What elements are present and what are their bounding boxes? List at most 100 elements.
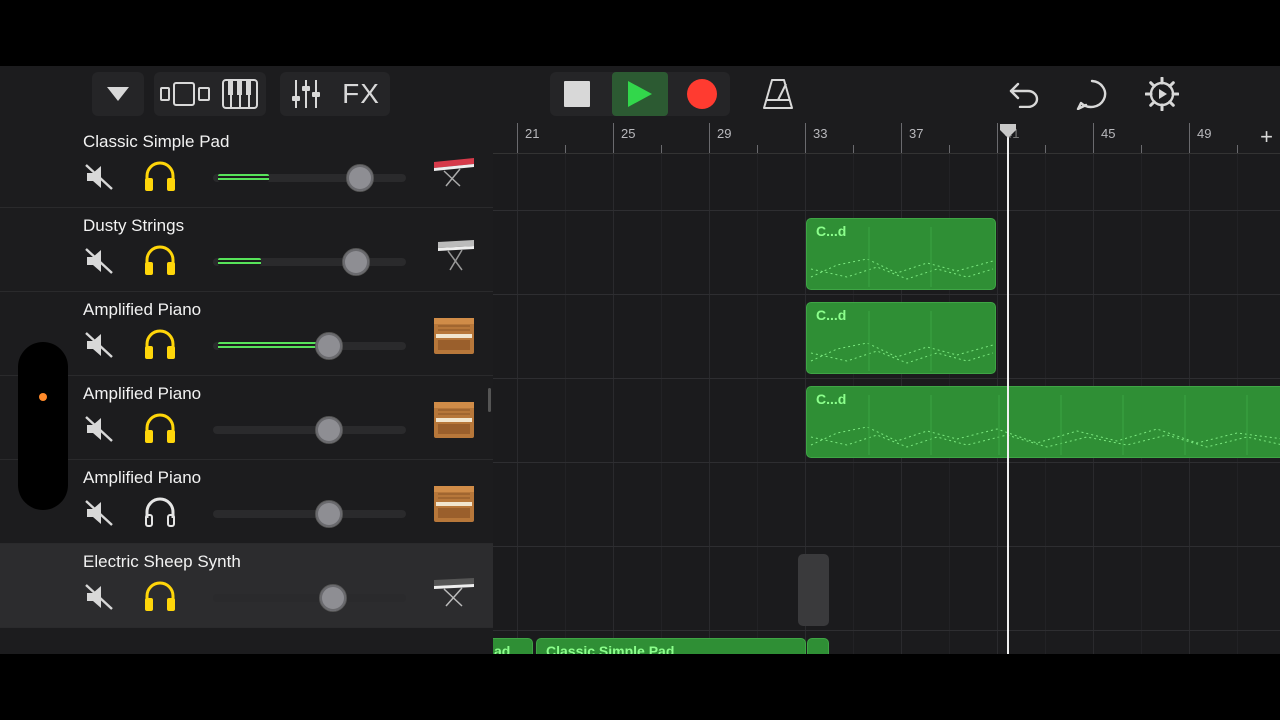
volume-knob[interactable]	[315, 332, 343, 360]
volume-knob[interactable]	[315, 416, 343, 444]
settings-button[interactable]	[1140, 72, 1184, 116]
midi-region[interactable]: ad	[493, 638, 533, 654]
midi-notes	[810, 311, 994, 371]
keyboard-button[interactable]	[218, 72, 262, 116]
midi-region[interactable]: C...d	[806, 302, 996, 374]
ruler-tick	[757, 145, 758, 153]
midi-notes	[808, 639, 829, 654]
track-name[interactable]: Electric Sheep Synth	[83, 552, 241, 572]
fx-button[interactable]: FX	[336, 72, 386, 116]
mixer-button[interactable]	[284, 72, 328, 116]
play-button[interactable]	[612, 72, 668, 116]
volume-knob[interactable]	[319, 584, 347, 612]
midi-region[interactable]: C...d	[806, 218, 996, 290]
track-name[interactable]: Amplified Piano	[83, 300, 201, 320]
ruler-label: 25	[621, 126, 636, 141]
track-header[interactable]: Amplified Piano	[0, 376, 493, 460]
ruler-tick	[613, 123, 614, 153]
piano-keys-icon	[222, 79, 258, 109]
empty-region[interactable]	[798, 554, 829, 626]
stop-button[interactable]	[556, 74, 598, 114]
ruler-label: 49	[1197, 126, 1212, 141]
playhead[interactable]	[1007, 126, 1009, 654]
mute-icon[interactable]	[84, 330, 114, 360]
track-header[interactable]: Amplified Piano	[0, 292, 493, 376]
tracks-view-button[interactable]	[158, 72, 212, 116]
play-icon	[628, 81, 652, 107]
ruler-label: 45	[1101, 126, 1116, 141]
volume-meter	[218, 174, 269, 182]
volume-slider-track[interactable]	[213, 510, 406, 518]
ruler-tick	[949, 145, 950, 153]
headphones-icon[interactable]	[143, 244, 177, 276]
headphones-icon[interactable]	[143, 580, 177, 612]
midi-region[interactable]: Classic Simple Pad	[536, 638, 806, 654]
midi-notes	[810, 395, 1280, 455]
lane-divider	[493, 630, 1280, 631]
ruler-tick	[1189, 123, 1190, 153]
headphones-icon[interactable]	[143, 160, 177, 192]
bar-ruler[interactable]: 21 25 29 33 37 41 45 49 +	[493, 123, 1280, 154]
track-menu-dropdown-button[interactable]	[92, 72, 144, 116]
volume-slider-track[interactable]	[213, 426, 406, 434]
ruler-label: 33	[813, 126, 828, 141]
record-button[interactable]	[680, 72, 724, 116]
track-name[interactable]: Classic Simple Pad	[83, 132, 229, 152]
timeline[interactable]: C...d C...d C...d ad Classic Simple Pad	[493, 154, 1280, 654]
track-header[interactable]: Dusty Strings	[0, 208, 493, 292]
volume-slider-track[interactable]	[213, 594, 406, 602]
upright-piano-icon[interactable]	[430, 396, 478, 444]
lane-divider	[493, 294, 1280, 295]
synth-keyboard-red-icon[interactable]	[430, 144, 478, 192]
upright-piano-icon[interactable]	[430, 480, 478, 528]
track-header[interactable]: Amplified Piano	[0, 460, 493, 544]
volume-meter	[218, 258, 261, 266]
volume-knob[interactable]	[342, 248, 370, 276]
keyboard-stand-icon[interactable]	[430, 564, 478, 612]
keyboard-stand-icon[interactable]	[430, 228, 478, 276]
mute-icon[interactable]	[84, 414, 114, 444]
headphones-icon[interactable]	[143, 412, 177, 444]
loop-browser-button[interactable]	[1070, 72, 1114, 116]
add-section-button[interactable]: +	[1253, 124, 1280, 154]
track-name[interactable]: Amplified Piano	[83, 468, 201, 488]
grid-line	[709, 154, 710, 654]
grid-line	[613, 154, 614, 654]
grid-line	[757, 154, 758, 654]
track-headers: Classic Simple Pad Dusty Strings Amplifi…	[0, 124, 493, 654]
grid-line	[565, 154, 566, 654]
midi-region[interactable]: C...d	[806, 386, 1280, 458]
side-handle[interactable]	[18, 342, 68, 510]
loop-icon	[1076, 79, 1107, 110]
mute-icon[interactable]	[84, 498, 114, 528]
metronome-button[interactable]	[756, 72, 800, 116]
track-header-selected[interactable]: Electric Sheep Synth	[0, 544, 493, 628]
track-name[interactable]: Amplified Piano	[83, 384, 201, 404]
upright-piano-icon[interactable]	[430, 312, 478, 360]
mixer-sliders-icon	[292, 80, 320, 108]
ruler-tick	[661, 145, 662, 153]
mute-icon[interactable]	[84, 246, 114, 276]
ruler-tick	[1237, 145, 1238, 153]
ruler-label: 29	[717, 126, 732, 141]
header-scrollbar[interactable]	[488, 388, 491, 412]
toolbar: FX	[0, 66, 1280, 124]
headphones-icon[interactable]	[143, 496, 177, 528]
midi-region[interactable]	[807, 638, 829, 654]
gear-icon	[1145, 77, 1179, 111]
headphones-icon[interactable]	[143, 328, 177, 360]
tracks-view-icon	[160, 82, 210, 106]
garageband-tracks-view: FX Classic Simple Pad Dusty Strings Ampl…	[0, 66, 1280, 654]
track-name[interactable]: Dusty Strings	[83, 216, 184, 236]
ruler-label: 37	[909, 126, 924, 141]
mute-icon[interactable]	[84, 162, 114, 192]
volume-knob[interactable]	[315, 500, 343, 528]
ruler-tick	[1093, 123, 1094, 153]
playhead-handle-icon[interactable]	[998, 124, 1018, 138]
track-header[interactable]: Classic Simple Pad	[0, 124, 493, 208]
mute-icon[interactable]	[84, 582, 114, 612]
lane-divider	[493, 378, 1280, 379]
midi-notes	[810, 227, 994, 287]
undo-button[interactable]	[1002, 72, 1046, 116]
volume-knob[interactable]	[346, 164, 374, 192]
